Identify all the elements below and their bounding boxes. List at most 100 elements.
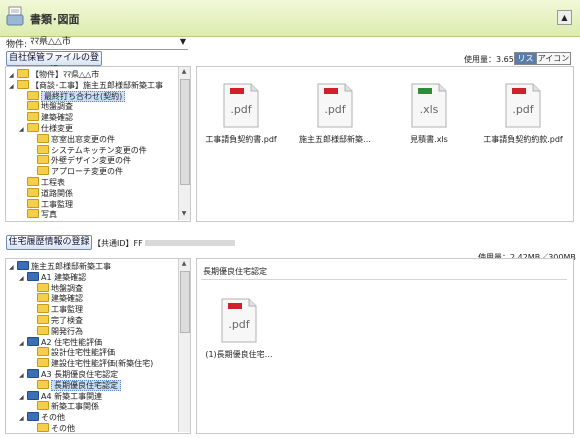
tree-item-label: 写真 bbox=[41, 210, 57, 220]
tree-item[interactable]: ◢ 【商談･工事】施主五郎様邸新築工事 bbox=[9, 79, 163, 92]
tree-item[interactable]: 長期優良住宅認定 bbox=[29, 379, 121, 391]
scroll-up-icon[interactable]: ▲ bbox=[179, 259, 189, 269]
tree-item[interactable]: 窓室出窓変更の件 bbox=[29, 133, 115, 145]
folder-icon bbox=[27, 177, 39, 186]
tree-item-label: 最終打ち合わせ(契約) bbox=[41, 90, 126, 102]
documents-icon bbox=[6, 6, 24, 26]
folder-icon bbox=[37, 379, 49, 389]
svg-text:.pdf: .pdf bbox=[230, 103, 252, 116]
expand-toggle-icon[interactable]: ◢ bbox=[19, 338, 27, 349]
expand-toggle-icon[interactable]: ◢ bbox=[19, 413, 27, 424]
tree-item[interactable]: ◢ A4 新築工事関連 bbox=[19, 390, 102, 403]
file-item[interactable]: .pdf 工事請負契約約款.pdf bbox=[481, 80, 565, 145]
file-item[interactable]: .pdf 施主五郎様邸新築… bbox=[293, 80, 377, 145]
view-list-toggle[interactable]: リスト bbox=[514, 52, 537, 74]
scroll-up-icon[interactable]: ▲ bbox=[179, 67, 189, 77]
tree-item[interactable]: 外壁デザイン変更の件 bbox=[29, 155, 131, 166]
pdf-file-icon: .pdf bbox=[219, 295, 259, 345]
tree-item[interactable]: 最終打ち合わせ(契約) bbox=[19, 90, 126, 102]
tree-item[interactable]: ◢ A3 長期優良住宅認定 bbox=[19, 369, 118, 380]
property-select[interactable]: ﾏﾏ県△△市 ▼ bbox=[30, 35, 188, 50]
tree-item[interactable]: 地盤調査 bbox=[29, 282, 83, 294]
folder-icon bbox=[27, 209, 39, 219]
common-id-label: 【共通ID】FF bbox=[93, 239, 143, 248]
register-own-file-button[interactable]: 自社保管ファイルの登録 bbox=[6, 51, 102, 76]
tree-item[interactable]: 設計住宅性能評価 bbox=[29, 347, 115, 358]
folder-icon bbox=[27, 90, 39, 100]
tree-item[interactable]: 建設住宅性能評価(新築住宅) bbox=[29, 358, 153, 369]
title-divider bbox=[201, 279, 567, 280]
tree-item-label: その他 bbox=[51, 424, 75, 433]
common-id-text: 【共通ID】FF bbox=[93, 238, 235, 249]
file-name: 施主五郎様邸新築… bbox=[299, 135, 371, 144]
folder-icon bbox=[37, 133, 49, 143]
register-housing-history-button[interactable]: 住宅履歴情報の登録 bbox=[6, 235, 92, 250]
expand-toggle-icon[interactable]: ◢ bbox=[19, 124, 27, 135]
tree-item-label: 地盤調査 bbox=[41, 102, 73, 112]
tree-scrollbar-bottom[interactable]: ▲ bbox=[178, 259, 190, 432]
file-area: .pdf 工事請負契約書.pdf .pdf 施主五郎様邸新築… .xls 見積書.xls.… bbox=[196, 66, 574, 222]
tree-item[interactable]: 開発行為 bbox=[29, 325, 83, 337]
tree-item[interactable]: 地盤調査 bbox=[19, 101, 73, 112]
section-header: 書類･図面 ▲ bbox=[0, 0, 580, 37]
expand-toggle-icon[interactable]: ◢ bbox=[9, 81, 17, 92]
scroll-down-icon[interactable]: ▼ bbox=[179, 209, 189, 219]
tree-item-label: 新築工事関係 bbox=[51, 402, 99, 412]
file-item[interactable]: .pdf (1)長期優良住宅… bbox=[197, 295, 281, 360]
scroll-thumb[interactable] bbox=[180, 271, 190, 333]
file-item[interactable]: .xls 見積書.xls bbox=[387, 80, 471, 145]
chevron-down-icon: ▼ bbox=[179, 37, 186, 46]
tree-item[interactable]: 完了検査 bbox=[29, 315, 83, 326]
expand-toggle-icon[interactable]: ◢ bbox=[19, 392, 27, 403]
tree-item-label: 【物件】ﾏﾏ県△△市 bbox=[31, 70, 100, 79]
tree-item-label: 建築確認 bbox=[41, 113, 73, 123]
selected-folder-title: 長期優良住宅認定 bbox=[203, 267, 267, 276]
expand-toggle-icon[interactable]: ◢ bbox=[19, 273, 27, 284]
tree-item[interactable]: システムキッチン変更の件 bbox=[29, 144, 147, 156]
folder-icon bbox=[27, 123, 39, 132]
folder-icon bbox=[17, 261, 29, 270]
tree-scrollbar[interactable]: ▲ ▼ bbox=[178, 67, 190, 220]
tree-item[interactable]: その他 bbox=[29, 423, 75, 433]
pdf-file-icon: .pdf bbox=[503, 80, 543, 130]
tree-item[interactable]: ◢ 仕様変更 bbox=[19, 123, 73, 134]
tree-item[interactable]: 建築確認 bbox=[29, 293, 83, 304]
tree-item[interactable]: 写真 bbox=[19, 209, 57, 220]
folder-icon bbox=[27, 390, 39, 400]
folder-icon bbox=[37, 401, 49, 411]
section-title: 書類･図面 bbox=[30, 13, 80, 26]
folder-icon bbox=[37, 423, 49, 432]
folder-icon bbox=[37, 166, 49, 176]
folder-icon bbox=[27, 101, 39, 111]
file-item[interactable]: .pdf 工事請負契約書.pdf bbox=[199, 80, 283, 145]
tree-item[interactable]: 工程表 bbox=[19, 177, 65, 188]
tree-item-label: 開発行為 bbox=[51, 326, 83, 336]
tree-item-label: アプローチ変更の件 bbox=[51, 167, 123, 177]
view-icon-toggle[interactable]: アイコン bbox=[536, 52, 571, 65]
tree-item[interactable]: ◢ 施主五郎様邸新築工事 bbox=[9, 261, 111, 272]
expand-toggle-icon[interactable]: ◢ bbox=[19, 370, 27, 381]
xls-file-icon: .xls bbox=[409, 80, 449, 130]
tree-item[interactable]: 工事監理 bbox=[29, 304, 83, 315]
tree-item[interactable]: 工事監理 bbox=[19, 198, 73, 210]
tree-item[interactable]: 建築確認 bbox=[19, 112, 73, 123]
tree-item[interactable]: ◢ A2 住宅性能評価 bbox=[19, 336, 102, 349]
svg-text:.pdf: .pdf bbox=[512, 103, 534, 116]
folder-icon bbox=[37, 347, 49, 357]
expand-toggle-icon[interactable]: ◢ bbox=[9, 262, 17, 273]
tree-item[interactable]: 新築工事関係 bbox=[29, 401, 99, 412]
svg-text:.xls: .xls bbox=[420, 103, 439, 116]
tree-item-label: その他 bbox=[41, 413, 65, 423]
tree-item[interactable]: 道路関係 bbox=[19, 187, 73, 199]
collapse-button[interactable]: ▲ bbox=[557, 10, 572, 25]
scroll-thumb[interactable] bbox=[180, 79, 190, 185]
tree-item[interactable]: ◢ 【物件】ﾏﾏ県△△市 bbox=[9, 69, 99, 80]
tree-item-label: A1 建築確認 bbox=[41, 272, 87, 282]
file-name: (1)長期優良住宅… bbox=[205, 350, 273, 359]
tree-item-label: システムキッチン変更の件 bbox=[51, 145, 147, 155]
svg-text:.pdf: .pdf bbox=[228, 318, 250, 331]
tree-item[interactable]: ◢ その他 bbox=[19, 412, 65, 423]
folder-icon bbox=[27, 369, 39, 378]
tree-item[interactable]: ◢ A1 建築確認 bbox=[19, 271, 87, 284]
tree-item[interactable]: アプローチ変更の件 bbox=[29, 166, 123, 177]
